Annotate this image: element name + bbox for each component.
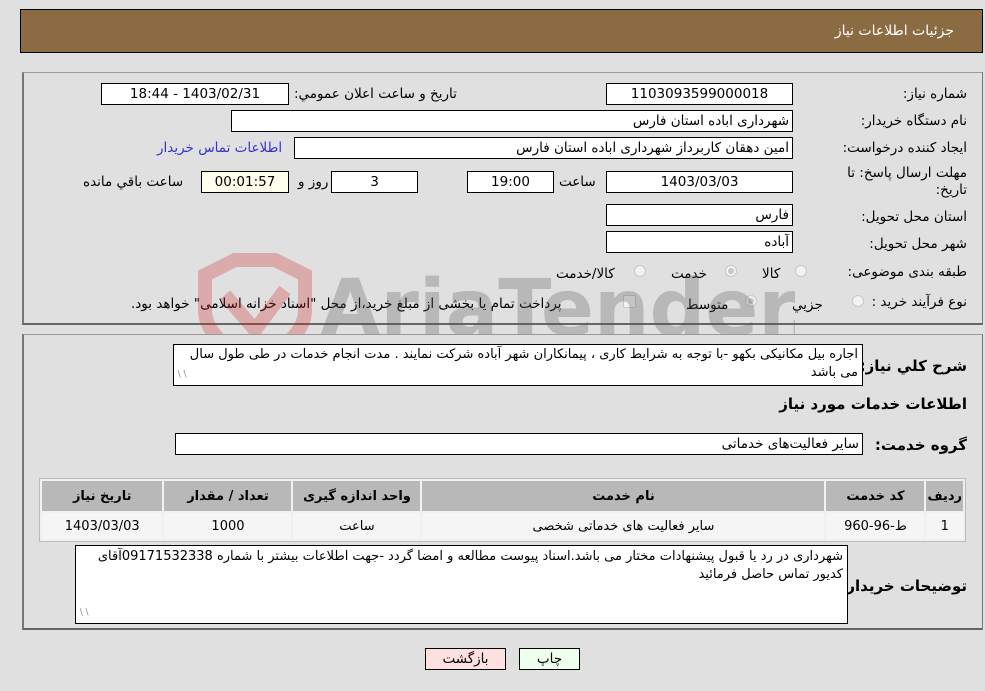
need-number-label: شماره نیاز: [902, 86, 967, 102]
print-button[interactable]: چاپ [519, 648, 580, 670]
process-radio-minor[interactable] [852, 295, 864, 307]
cell-service-name: سایر فعالیت های خدماتی شخصی [422, 513, 825, 539]
buyer-notes-textarea[interactable]: شهرداری در رد یا قبول پیشنهادات مختار می… [75, 545, 848, 624]
col-service-code: کد خدمت [826, 481, 925, 511]
cell-need-date: 1403/03/03 [42, 513, 163, 539]
deadline-label: مهلت ارسال پاسخ: تا تاریخ: [847, 165, 967, 199]
description-text: اجاره بیل مکانیکی بکهو -با توجه به شرایط… [189, 347, 858, 380]
time-remaining-field: 00:01:57 [201, 171, 289, 193]
col-service-name: نام خدمت [422, 481, 825, 511]
city-field: آباده [606, 231, 793, 253]
need-number-field: 1103093599000018 [606, 83, 793, 105]
process-option-minor: جزيي [792, 297, 823, 313]
time-remaining-label: ساعت باقي مانده [83, 174, 184, 190]
category-radio-goods[interactable] [795, 265, 807, 277]
deadline-date-field: 1403/03/03 [606, 171, 793, 193]
cell-service-code: ط-96-960 [826, 513, 925, 539]
treasury-payment-checkbox[interactable] [623, 295, 636, 308]
deadline-time-label: ساعت [559, 174, 596, 190]
requester-field: امین دهقان کاربرداز شهرداری اباده استان … [294, 137, 793, 159]
services-table-header: ردیف کد خدمت نام خدمت واحد اندازه گیری ت… [42, 481, 963, 511]
col-need-date: تاریخ نیاز [42, 481, 163, 511]
province-field: فارس [606, 204, 793, 226]
table-row: 1 ط-96-960 سایر فعالیت های خدماتی شخصی س… [42, 513, 963, 539]
process-radio-medium[interactable] [745, 295, 757, 307]
col-row-number: ردیف [926, 481, 963, 511]
resize-handle-icon[interactable]: ∖∖ [176, 366, 187, 384]
buyer-notes-text: شهرداری در رد یا قبول پیشنهادات مختار می… [97, 549, 843, 582]
announce-label: تاریخ و ساعت اعلان عمومي: [294, 86, 457, 102]
category-option-service: خدمت [671, 266, 707, 282]
cell-quantity: 1000 [164, 513, 292, 539]
service-group-label: گروه خدمت: [874, 436, 967, 454]
services-table: ردیف کد خدمت نام خدمت واحد اندازه گیری ت… [39, 478, 966, 542]
process-option-medium: متوسط [686, 297, 729, 313]
page-title: جزئیات اطلاعات نیاز [834, 23, 954, 39]
buyer-notes-label: توضیحات خریدار: [840, 577, 967, 595]
deadline-time-field: 19:00 [467, 171, 554, 193]
category-radio-goods-service[interactable] [634, 265, 646, 277]
col-quantity: تعداد / مقدار [164, 481, 292, 511]
category-radio-service[interactable] [725, 265, 737, 277]
days-label: روز و [298, 174, 329, 190]
announce-datetime-field: 1403/02/31 - 18:44 [101, 83, 289, 105]
buyer-contact-link[interactable]: اطلاعات تماس خریدار [157, 140, 282, 156]
resize-handle-icon[interactable]: ∖∖ [78, 604, 89, 622]
service-group-field: سایر فعالیت‌های خدماتی [175, 433, 863, 455]
buyer-org-field: شهرداری اباده استان فارس [231, 110, 793, 132]
back-button[interactable]: بازگشت [425, 648, 506, 670]
treasury-payment-note: پرداخت تمام یا بخشی از مبلغ خرید،از محل … [131, 296, 562, 312]
page-header: جزئیات اطلاعات نیاز [20, 9, 983, 53]
description-label: شرح کلي نیاز: [859, 357, 967, 375]
province-label: استان محل تحویل: [861, 209, 967, 225]
category-option-goods-service: کالا/خدمت [556, 266, 615, 282]
days-remaining-field: 3 [331, 171, 418, 193]
requester-label: ایجاد کننده درخواست: [842, 140, 967, 156]
col-unit: واحد اندازه گیری [293, 481, 421, 511]
services-section-title: اطلاعات خدمات مورد نیاز [779, 395, 967, 413]
cell-row-number: 1 [926, 513, 963, 539]
buyer-org-label: نام دستگاه خریدار: [860, 113, 967, 129]
deadline-label-line2: تاریخ: [935, 182, 967, 198]
cell-unit: ساعت [293, 513, 421, 539]
city-label: شهر محل تحویل: [869, 236, 967, 252]
category-option-goods: کالا [762, 266, 781, 282]
deadline-label-line1: مهلت ارسال پاسخ: تا [847, 165, 967, 181]
category-label: طبقه بندی موضوعی: [847, 264, 967, 280]
process-label: نوع فرآیند خرید : [871, 294, 967, 310]
description-textarea[interactable]: اجاره بیل مکانیکی بکهو -با توجه به شرایط… [173, 344, 863, 386]
